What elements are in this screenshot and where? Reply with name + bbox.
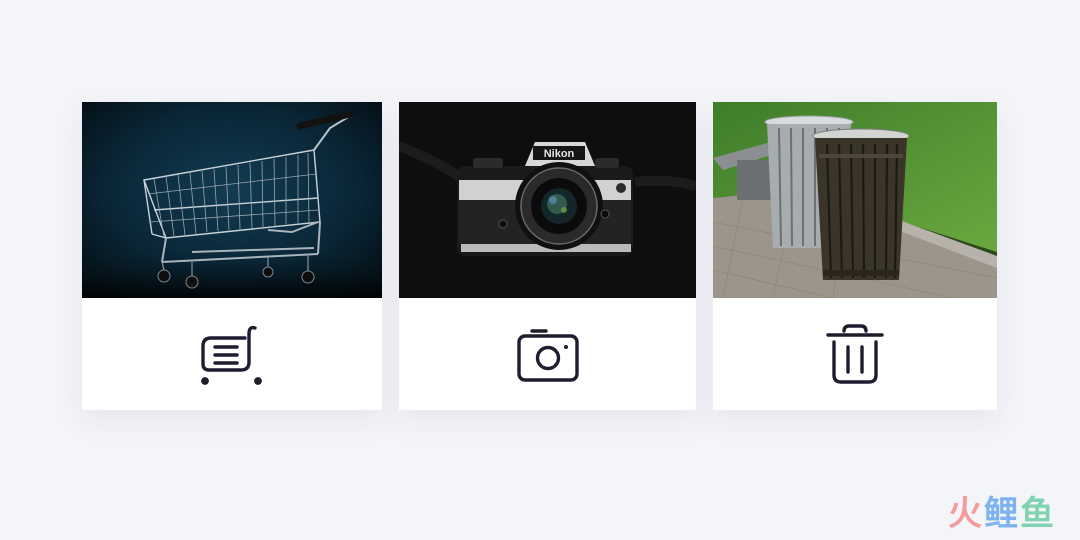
watermark-char: 火 [948, 495, 984, 533]
camera-brand-label: Nikon [544, 148, 575, 160]
camera-icon [516, 329, 579, 382]
shopping-cart-card[interactable] [82, 102, 382, 410]
watermark-char: 鲤 [984, 495, 1020, 533]
trash-icon [826, 324, 884, 384]
trash-bins-card[interactable] [713, 102, 997, 410]
trash-bins-photo [713, 102, 997, 298]
camera-photo: Nikon [399, 102, 696, 298]
card-icon-area [713, 298, 997, 410]
card-icon-area [399, 298, 696, 410]
camera-card[interactable]: Nikon [399, 102, 696, 410]
watermark-logo: 火 鲤 鱼 [948, 494, 1056, 534]
shopping-cart-photo [82, 102, 382, 298]
shopping-cart-icon [201, 325, 262, 385]
card-icon-area [82, 298, 382, 410]
watermark-char: 鱼 [1020, 495, 1056, 533]
